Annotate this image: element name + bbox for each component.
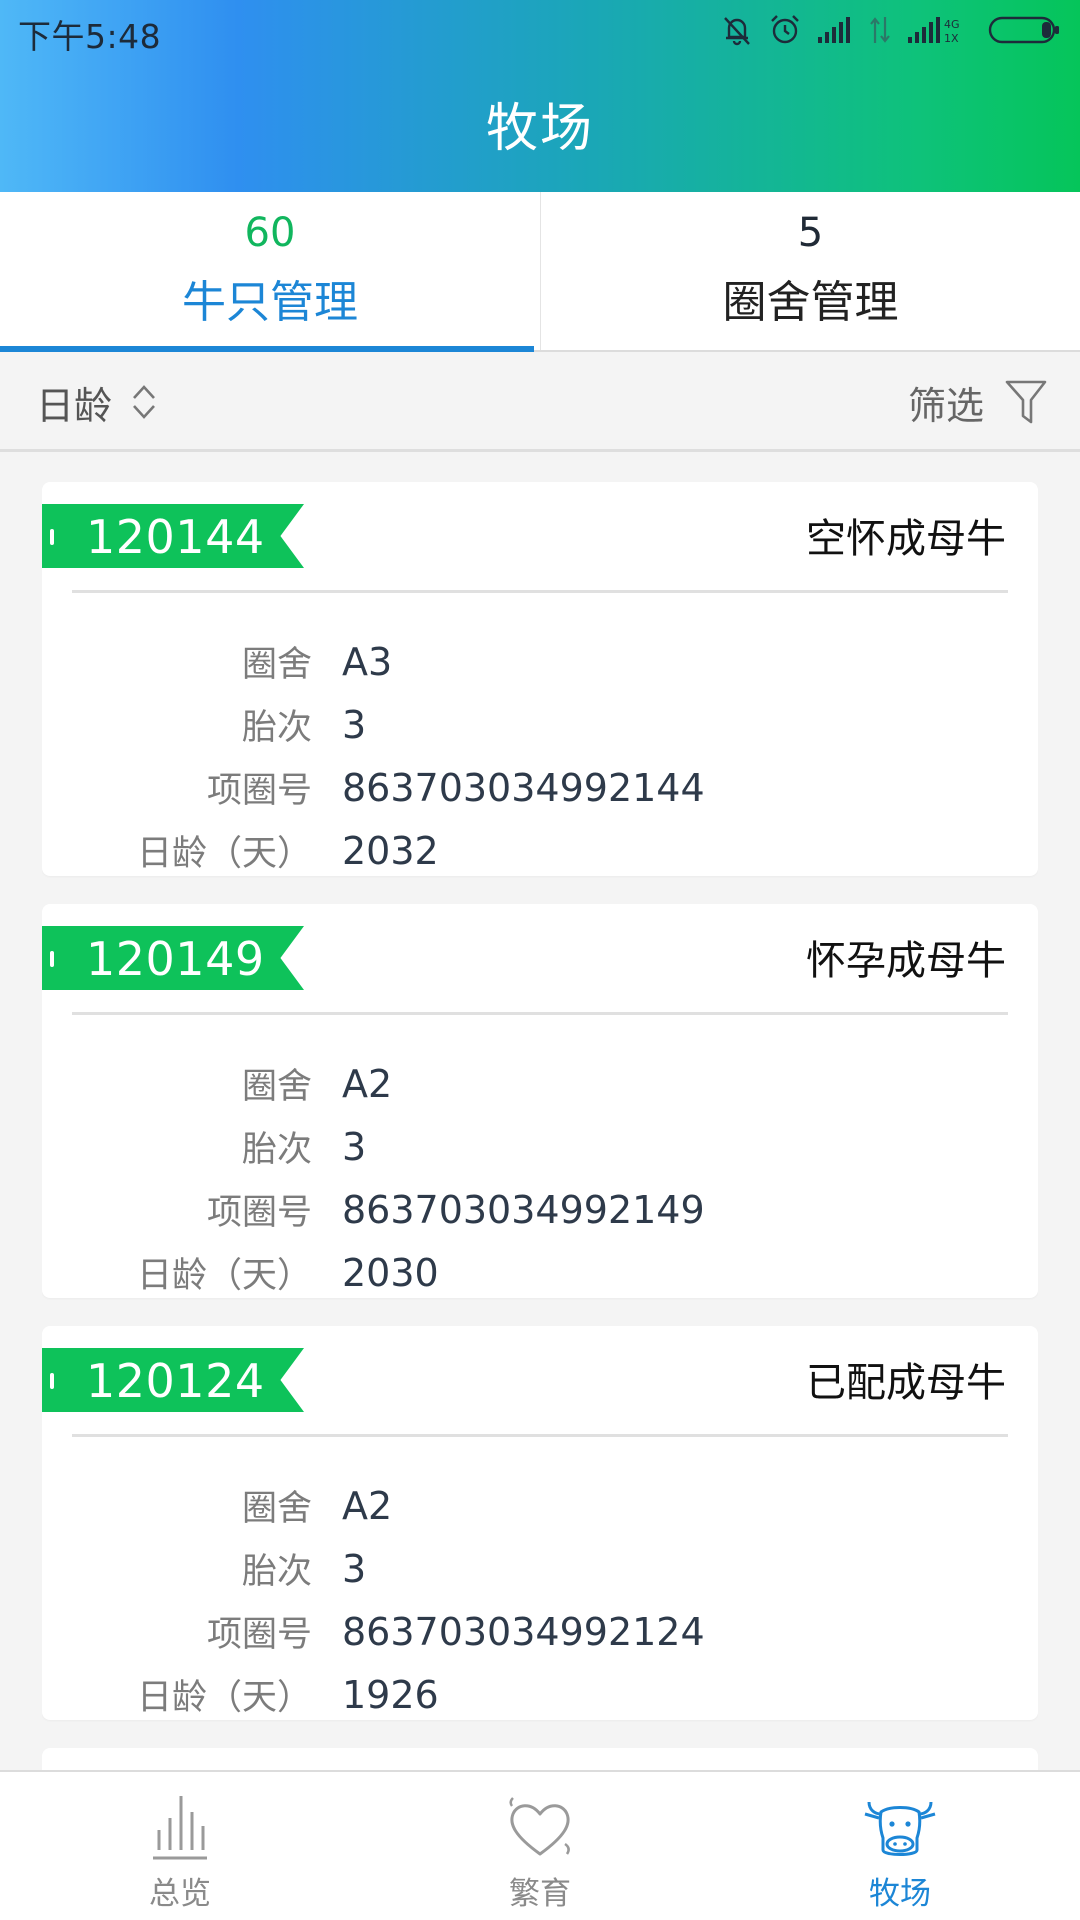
info-label: 项圈号 [206, 1193, 312, 1233]
filter-label: 筛选 [907, 383, 984, 428]
app-header: 下午5:48 4G 1X 牧场 [0, 0, 1080, 192]
info-label: 胎次 [241, 1552, 312, 1592]
status-icons: 4G 1X [720, 12, 1062, 48]
card-divider [72, 590, 1008, 593]
status-bar: 下午5:48 4G 1X [0, 0, 1080, 60]
tag-mark [50, 1373, 54, 1389]
info-row-age: 日龄（天） 2032 [42, 819, 1038, 882]
svg-text:4G: 4G [944, 18, 960, 31]
info-row-collar: 项圈号 863703034992144 [42, 756, 1038, 819]
sort-label: 日龄 [36, 383, 113, 428]
cattle-info: 圈舍 A3 胎次 3 项圈号 863703034992144 日龄（天） 203… [42, 630, 1038, 882]
tab-label: 圈舍管理 [722, 277, 899, 328]
info-row-pen: 圈舍 A3 [42, 630, 1038, 693]
info-row-age: 日龄（天） 2030 [42, 1241, 1038, 1304]
tab-count: 60 [244, 210, 296, 256]
info-value: 1926 [342, 1672, 439, 1717]
bar-chart-icon [153, 1796, 207, 1860]
cattle-card-partial[interactable] [42, 1748, 1038, 1772]
bottom-nav: 总览 繁育 牧场 [0, 1770, 1080, 1920]
info-value: 863703034992149 [342, 1187, 705, 1232]
cattle-status: 怀孕成母牛 [806, 938, 1006, 984]
sort-by-age-button[interactable]: 日龄 [36, 374, 158, 430]
nav-icon-wrap [0, 1792, 360, 1862]
nav-label: 总览 [149, 1876, 211, 1912]
info-value: A2 [342, 1061, 393, 1106]
info-row-collar: 项圈号 863703034992124 [42, 1600, 1038, 1663]
info-row-parity: 胎次 3 [42, 1537, 1038, 1600]
signal-4g-icon: 4G 1X [908, 17, 960, 45]
cattle-id: 120124 [86, 1354, 265, 1408]
cattle-card[interactable]: 120124 已配成母牛 圈舍 A2 胎次 3 项圈号 863703034992… [42, 1326, 1038, 1720]
cattle-id: 120144 [86, 510, 265, 564]
data-arrows-icon [870, 17, 890, 43]
tag-mark [50, 529, 54, 545]
info-value: 3 [342, 1124, 367, 1169]
info-label: 项圈号 [206, 1615, 312, 1655]
info-row-pen: 圈舍 A2 [42, 1474, 1038, 1537]
info-label: 圈舍 [241, 645, 312, 685]
cattle-status: 空怀成母牛 [806, 516, 1006, 562]
info-label: 项圈号 [206, 771, 312, 811]
info-value: A3 [342, 639, 393, 684]
info-row-collar: 项圈号 863703034992149 [42, 1178, 1038, 1241]
nav-ranch[interactable]: 牧场 [720, 1772, 1080, 1920]
info-value: 2030 [342, 1250, 439, 1295]
nav-icon-wrap [360, 1792, 720, 1862]
info-value: 3 [342, 702, 367, 747]
info-value: 863703034992124 [342, 1609, 705, 1654]
cattle-status: 已配成母牛 [806, 1360, 1006, 1406]
cattle-info: 圈舍 A2 胎次 3 项圈号 863703034992149 日龄（天） 203… [42, 1052, 1038, 1304]
info-row-parity: 胎次 3 [42, 1115, 1038, 1178]
info-value: 2032 [342, 828, 439, 873]
nav-breeding[interactable]: 繁育 [360, 1772, 720, 1920]
tab-cattle-management[interactable]: 60 牛只管理 [0, 192, 540, 352]
tab-bar: 60 牛只管理 5 圈舍管理 [0, 192, 1080, 352]
cattle-id-tag: 120144 [42, 504, 304, 568]
info-value: 3 [342, 1546, 367, 1591]
funnel-icon [1005, 380, 1047, 424]
svg-text:1X: 1X [944, 32, 959, 45]
info-label: 日龄（天） [136, 1678, 312, 1718]
cattle-id-tag: 120149 [42, 926, 304, 990]
info-label: 圈舍 [241, 1489, 312, 1529]
info-label: 胎次 [241, 1130, 312, 1170]
status-time: 下午5:48 [18, 17, 162, 56]
info-label: 圈舍 [241, 1067, 312, 1107]
signal-icon [818, 17, 850, 43]
nav-overview[interactable]: 总览 [0, 1772, 360, 1920]
info-row-pen: 圈舍 A2 [42, 1052, 1038, 1115]
filter-bar: 日龄 筛选 [0, 352, 1080, 452]
info-label: 日龄（天） [136, 834, 312, 874]
cattle-info: 圈舍 A2 胎次 3 项圈号 863703034992124 日龄（天） 192… [42, 1474, 1038, 1726]
cattle-id-tag: 120124 [42, 1348, 304, 1412]
bell-off-icon [724, 17, 750, 46]
cattle-list[interactable]: 120144 空怀成母牛 圈舍 A3 胎次 3 项圈号 863703034992… [42, 482, 1038, 1772]
page-title: 牧场 [485, 99, 594, 159]
nav-label: 牧场 [869, 1876, 931, 1912]
tag-mark [50, 951, 54, 967]
heart-icon [509, 1797, 570, 1856]
card-divider [72, 1012, 1008, 1015]
tab-label: 牛只管理 [182, 277, 358, 328]
card-divider [72, 1434, 1008, 1437]
filter-button[interactable]: 筛选 [908, 372, 1048, 432]
info-row-age: 日龄（天） 1926 [42, 1663, 1038, 1726]
nav-label: 繁育 [509, 1876, 571, 1912]
sort-toggle-icon [133, 385, 155, 419]
info-row-parity: 胎次 3 [42, 693, 1038, 756]
alarm-icon [771, 15, 799, 44]
cattle-card[interactable]: 120144 空怀成母牛 圈舍 A3 胎次 3 项圈号 863703034992… [42, 482, 1038, 876]
tab-pen-management[interactable]: 5 圈舍管理 [540, 192, 1080, 350]
info-label: 胎次 [241, 708, 312, 748]
battery-icon [988, 16, 1059, 44]
info-value: 863703034992144 [342, 765, 705, 810]
info-label: 日龄（天） [136, 1256, 312, 1296]
cow-icon [864, 1801, 936, 1856]
nav-icon-wrap [720, 1792, 1080, 1862]
cattle-card[interactable]: 120149 怀孕成母牛 圈舍 A2 胎次 3 项圈号 863703034992… [42, 904, 1038, 1298]
cattle-id: 120149 [86, 932, 265, 986]
tab-count: 5 [797, 210, 824, 256]
info-value: A2 [342, 1483, 393, 1528]
